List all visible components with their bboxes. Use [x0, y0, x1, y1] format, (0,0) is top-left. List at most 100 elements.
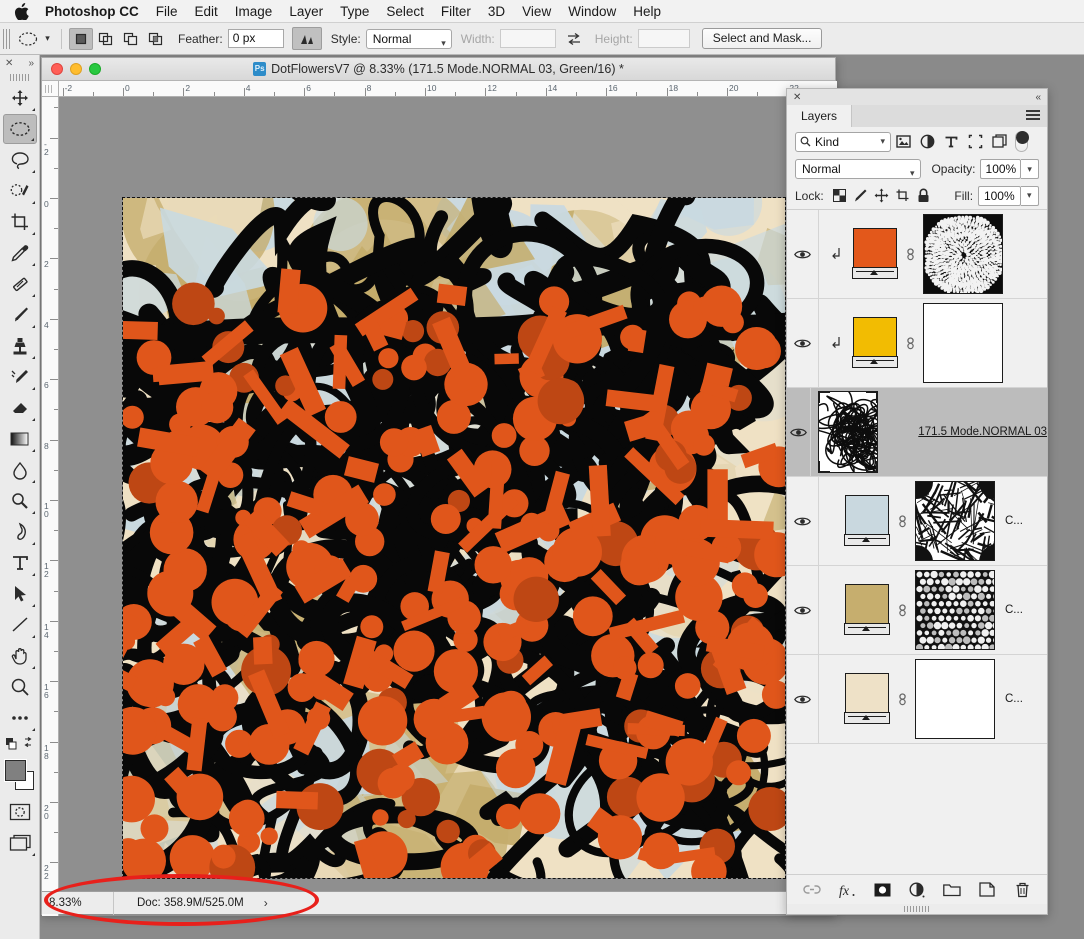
menu-image[interactable]: Image [235, 4, 273, 19]
layers-panel-resize-grip[interactable] [787, 904, 1047, 914]
close-icon[interactable]: ✕ [793, 92, 801, 103]
line-tool[interactable] [3, 610, 37, 640]
filter-kind-select[interactable]: Kind ▾ [795, 131, 891, 152]
menu-help[interactable]: Help [633, 4, 661, 19]
layer-visibility-toggle[interactable] [787, 654, 819, 744]
layer-style-fx-icon[interactable]: fx [836, 879, 858, 901]
subtract-from-selection-button[interactable] [119, 27, 143, 50]
layer-visibility-toggle[interactable] [787, 476, 819, 566]
horizontal-ruler[interactable]: -2024681012141618202224 [59, 81, 837, 97]
path-selection-tool[interactable] [3, 579, 37, 609]
lock-image-icon[interactable] [850, 185, 871, 207]
link-mask-icon[interactable] [897, 246, 923, 263]
fill-stepper-icon[interactable]: ▾ [1020, 185, 1039, 206]
fill-input[interactable]: 100% [978, 185, 1021, 206]
type-filter-icon[interactable] [939, 131, 963, 153]
menu-3d[interactable]: 3D [488, 4, 505, 19]
opacity-stepper-icon[interactable]: ▾ [1021, 159, 1040, 179]
screen-mode-button[interactable] [3, 828, 37, 858]
link-layers-icon[interactable] [801, 879, 823, 901]
layer-name[interactable]: 171.5 Mode.NORMAL 03 [918, 426, 1047, 438]
quick-selection-tool[interactable] [3, 176, 37, 206]
lock-artboard-icon[interactable] [892, 185, 913, 207]
layer-mask-thumbnail[interactable] [915, 570, 995, 650]
table-row[interactable]: C... [787, 565, 1047, 655]
feather-input[interactable]: 0 px [227, 29, 284, 48]
menu-file[interactable]: File [156, 4, 178, 19]
vertical-ruler[interactable]: -2024681012141618202224 [42, 97, 59, 916]
layer-visibility-toggle[interactable] [787, 210, 819, 299]
layer-mask-thumbnail[interactable] [915, 659, 995, 739]
eyedropper-tool[interactable] [3, 238, 37, 268]
lock-position-icon[interactable] [871, 185, 892, 207]
move-tool[interactable] [3, 83, 37, 113]
menu-select[interactable]: Select [386, 4, 424, 19]
layer-visibility-toggle[interactable] [787, 298, 819, 388]
table-row[interactable]: C... [787, 476, 1047, 566]
lock-all-icon[interactable] [913, 185, 934, 207]
link-mask-icon[interactable] [889, 602, 915, 619]
layer-mask-thumbnail[interactable] [915, 481, 995, 561]
menu-layer[interactable]: Layer [289, 4, 323, 19]
eraser-tool[interactable] [3, 393, 37, 423]
ruler-corner[interactable] [42, 81, 59, 97]
layer-visibility-toggle[interactable] [787, 565, 819, 655]
adjustment-filter-icon[interactable] [915, 131, 939, 153]
elliptical-marquee-tool[interactable] [2, 114, 37, 144]
shape-filter-icon[interactable] [963, 131, 987, 153]
zoom-level[interactable]: 8.33% [42, 891, 114, 915]
menu-filter[interactable]: Filter [441, 4, 471, 19]
tools-panel-grip[interactable] [10, 72, 29, 81]
dodge-tool[interactable] [3, 486, 37, 516]
menu-window[interactable]: Window [568, 4, 616, 19]
menu-type[interactable]: Type [340, 4, 369, 19]
layer-thumbnail[interactable] [844, 584, 890, 636]
delete-layer-icon[interactable] [1011, 879, 1033, 901]
table-row[interactable]: 171.5 Mode.NORMAL 03 [787, 387, 1047, 477]
layer-thumbnail[interactable] [844, 673, 890, 725]
link-mask-icon[interactable] [897, 335, 923, 352]
artboard[interactable] [123, 198, 785, 878]
hand-tool[interactable] [3, 641, 37, 671]
select-and-mask-button[interactable]: Select and Mask... [701, 28, 823, 49]
intersect-selection-button[interactable] [144, 27, 168, 50]
opacity-input[interactable]: 100% [980, 159, 1022, 179]
smartobject-filter-icon[interactable] [987, 131, 1011, 153]
pen-tool[interactable] [3, 517, 37, 547]
menu-view[interactable]: View [522, 4, 551, 19]
edit-toolbar-button[interactable] [3, 703, 37, 733]
filter-toggle-icon[interactable] [1015, 131, 1029, 152]
brush-tool[interactable] [3, 300, 37, 330]
table-row[interactable] [787, 210, 1047, 299]
panel-menu-icon[interactable] [1026, 110, 1040, 121]
zoom-tool[interactable] [3, 672, 37, 702]
document-titlebar[interactable]: Ps DotFlowersV7 @ 8.33% (171.5 Mode.NORM… [42, 58, 835, 81]
lock-transparency-icon[interactable] [829, 185, 850, 207]
width-input[interactable] [499, 29, 556, 48]
tab-layers[interactable]: Layers [787, 105, 853, 127]
layer-name[interactable]: C... [1005, 604, 1023, 616]
elliptical-marquee-icon[interactable] [15, 28, 41, 50]
link-mask-icon[interactable] [889, 513, 915, 530]
height-input[interactable] [637, 29, 690, 48]
new-layer-icon[interactable] [976, 879, 998, 901]
table-row[interactable]: C... [787, 654, 1047, 744]
default-colors-button[interactable] [3, 734, 37, 756]
collapse-icon[interactable]: « [1035, 92, 1041, 103]
layer-name[interactable]: C... [1005, 515, 1023, 527]
table-row[interactable] [787, 298, 1047, 388]
link-mask-icon[interactable] [889, 691, 915, 708]
add-layer-mask-icon[interactable] [871, 879, 893, 901]
options-bar-grip[interactable] [3, 28, 10, 49]
pixel-filter-icon[interactable] [891, 131, 915, 153]
history-brush-tool[interactable] [3, 362, 37, 392]
spot-healing-tool[interactable] [3, 269, 37, 299]
layer-mask-thumbnail[interactable] [923, 303, 1003, 383]
tool-preset-chevron-icon[interactable]: ▾ [41, 28, 54, 50]
layer-name[interactable]: C... [1005, 693, 1023, 705]
style-select[interactable]: Normal ▾ [365, 28, 452, 49]
new-group-icon[interactable] [941, 879, 963, 901]
type-tool[interactable] [3, 548, 37, 578]
layer-thumbnail[interactable] [852, 228, 898, 280]
crop-tool[interactable] [3, 207, 37, 237]
